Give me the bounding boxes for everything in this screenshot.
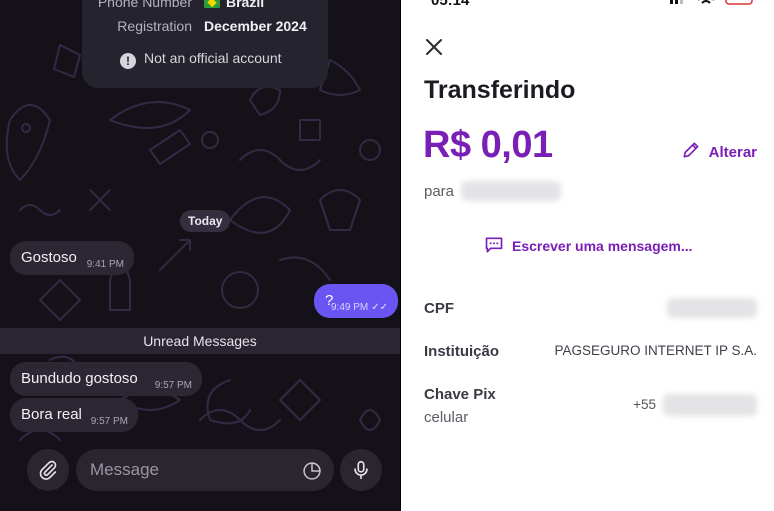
pix-key-type: celular xyxy=(424,409,469,426)
message-bubble[interactable]: Bundudo gostoso 9:57 PM xyxy=(10,362,202,396)
message-text: Bora real xyxy=(21,406,82,423)
contact-info-card: Phone Number Brazil Registration Decembe… xyxy=(82,0,328,88)
transfer-amount: R$ 0,01 xyxy=(423,124,553,166)
status-bar-icons xyxy=(670,0,753,5)
outgoing-message-bubble[interactable]: ? 9:49 PM ✓✓ xyxy=(314,284,398,318)
page-title: Transferindo xyxy=(424,76,576,104)
info-icon: ! xyxy=(120,53,136,69)
recipient-line: para xyxy=(424,183,455,200)
pix-key-value: +55 xyxy=(633,397,656,412)
read-receipt-icon: ✓✓ xyxy=(371,302,388,313)
status-bar-time: 05:14 xyxy=(431,0,470,9)
message-time: 9:57 PM xyxy=(90,416,128,427)
attach-button[interactable] xyxy=(27,449,69,491)
message-time: 9:41 PM xyxy=(86,259,124,270)
pencil-icon xyxy=(683,142,699,158)
edit-amount-button[interactable]: Alterar xyxy=(681,140,757,161)
redacted-pix-key xyxy=(663,394,757,416)
date-separator: Today xyxy=(180,210,231,232)
microphone-icon xyxy=(354,460,368,480)
message-time: 9:49 PM ✓✓ xyxy=(330,302,388,313)
brazil-flag-icon xyxy=(204,0,220,8)
cpf-label: CPF xyxy=(424,300,454,317)
message-input[interactable] xyxy=(76,449,334,491)
unread-messages-divider: Unread Messages xyxy=(0,328,400,354)
registration-row: Registration December 2024 xyxy=(82,18,328,38)
phone-number-value: Brazil xyxy=(204,0,264,10)
pix-key-label: Chave Pix xyxy=(424,386,496,403)
institution-value: PAGSEGURO INTERNET IP S.A. xyxy=(554,343,757,358)
registration-label: Registration xyxy=(117,18,192,34)
institution-label: Instituição xyxy=(424,343,500,360)
registration-value: December 2024 xyxy=(204,18,307,34)
message-bubble[interactable]: Bora real 9:57 PM xyxy=(10,398,138,432)
voice-record-button[interactable] xyxy=(340,449,382,491)
message-bubble[interactable]: Gostoso 9:41 PM xyxy=(10,241,134,275)
unofficial-account-notice: ! Not an official account xyxy=(120,50,282,69)
sticker-icon[interactable] xyxy=(302,461,322,481)
redacted-recipient-name xyxy=(461,181,561,201)
transfer-screen: 05:14 Transferindo R$ 0,01 Alterar para … xyxy=(401,0,774,511)
message-icon xyxy=(485,237,503,253)
chat-screen: Phone Number Brazil Registration Decembe… xyxy=(0,0,400,511)
paperclip-icon xyxy=(39,460,57,480)
message-text: Gostoso xyxy=(21,249,77,266)
message-composer xyxy=(0,445,400,501)
message-text: Bundudo gostoso xyxy=(21,370,138,387)
phone-number-row: Phone Number Brazil xyxy=(82,0,328,14)
message-time: 9:57 PM xyxy=(154,380,192,391)
write-message-button[interactable]: Escrever uma mensagem... xyxy=(484,235,693,255)
redacted-cpf-value xyxy=(667,298,757,318)
close-icon[interactable] xyxy=(423,36,445,58)
phone-number-label: Phone Number xyxy=(97,0,192,10)
